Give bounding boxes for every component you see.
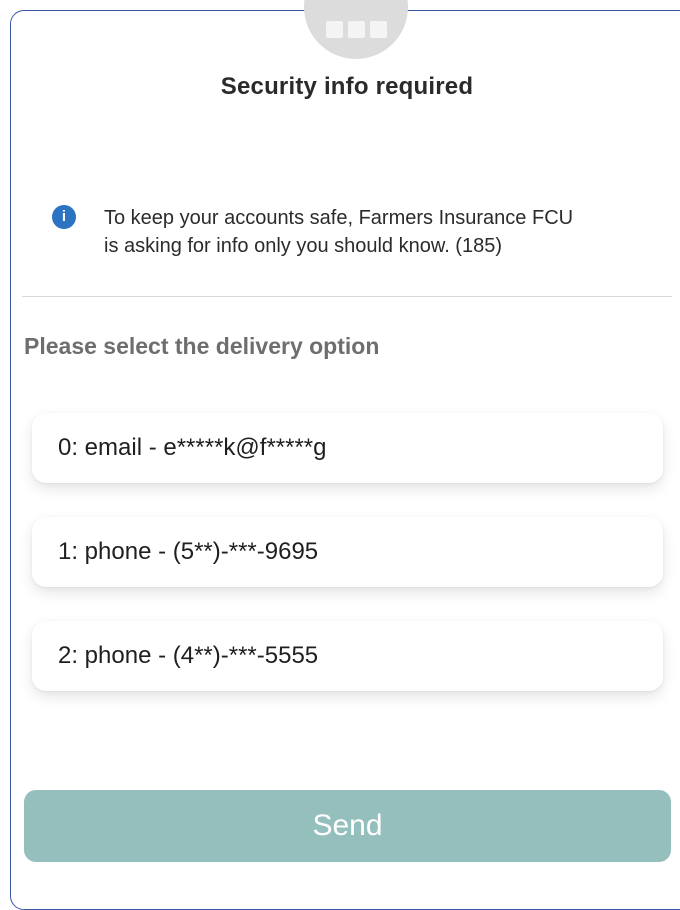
- info-icon: i: [52, 205, 76, 229]
- delivery-option-email[interactable]: 0: email - e*****k@f*****g: [32, 413, 663, 483]
- delivery-option-phone-2[interactable]: 2: phone - (4**)-***-5555: [32, 621, 663, 691]
- security-notice: i To keep your accounts safe, Farmers In…: [52, 204, 652, 260]
- delivery-option-phone-1[interactable]: 1: phone - (5**)-***-9695: [32, 517, 663, 587]
- send-button[interactable]: Send: [24, 790, 671, 862]
- avatar-slot: [370, 21, 387, 38]
- avatar-slot: [348, 21, 365, 38]
- divider: [22, 296, 672, 297]
- notice-text-line: is asking for info only you should know.…: [104, 235, 502, 257]
- notice-text-line: To keep your accounts safe, Farmers Insu…: [104, 207, 574, 229]
- avatar-slot: [326, 21, 343, 38]
- security-avatar-icon: [304, 0, 408, 59]
- page-title: Security info required: [220, 73, 474, 100]
- delivery-option-label: Please select the delivery option: [24, 333, 380, 359]
- notice-text: To keep your accounts safe, Farmers Insu…: [104, 204, 573, 260]
